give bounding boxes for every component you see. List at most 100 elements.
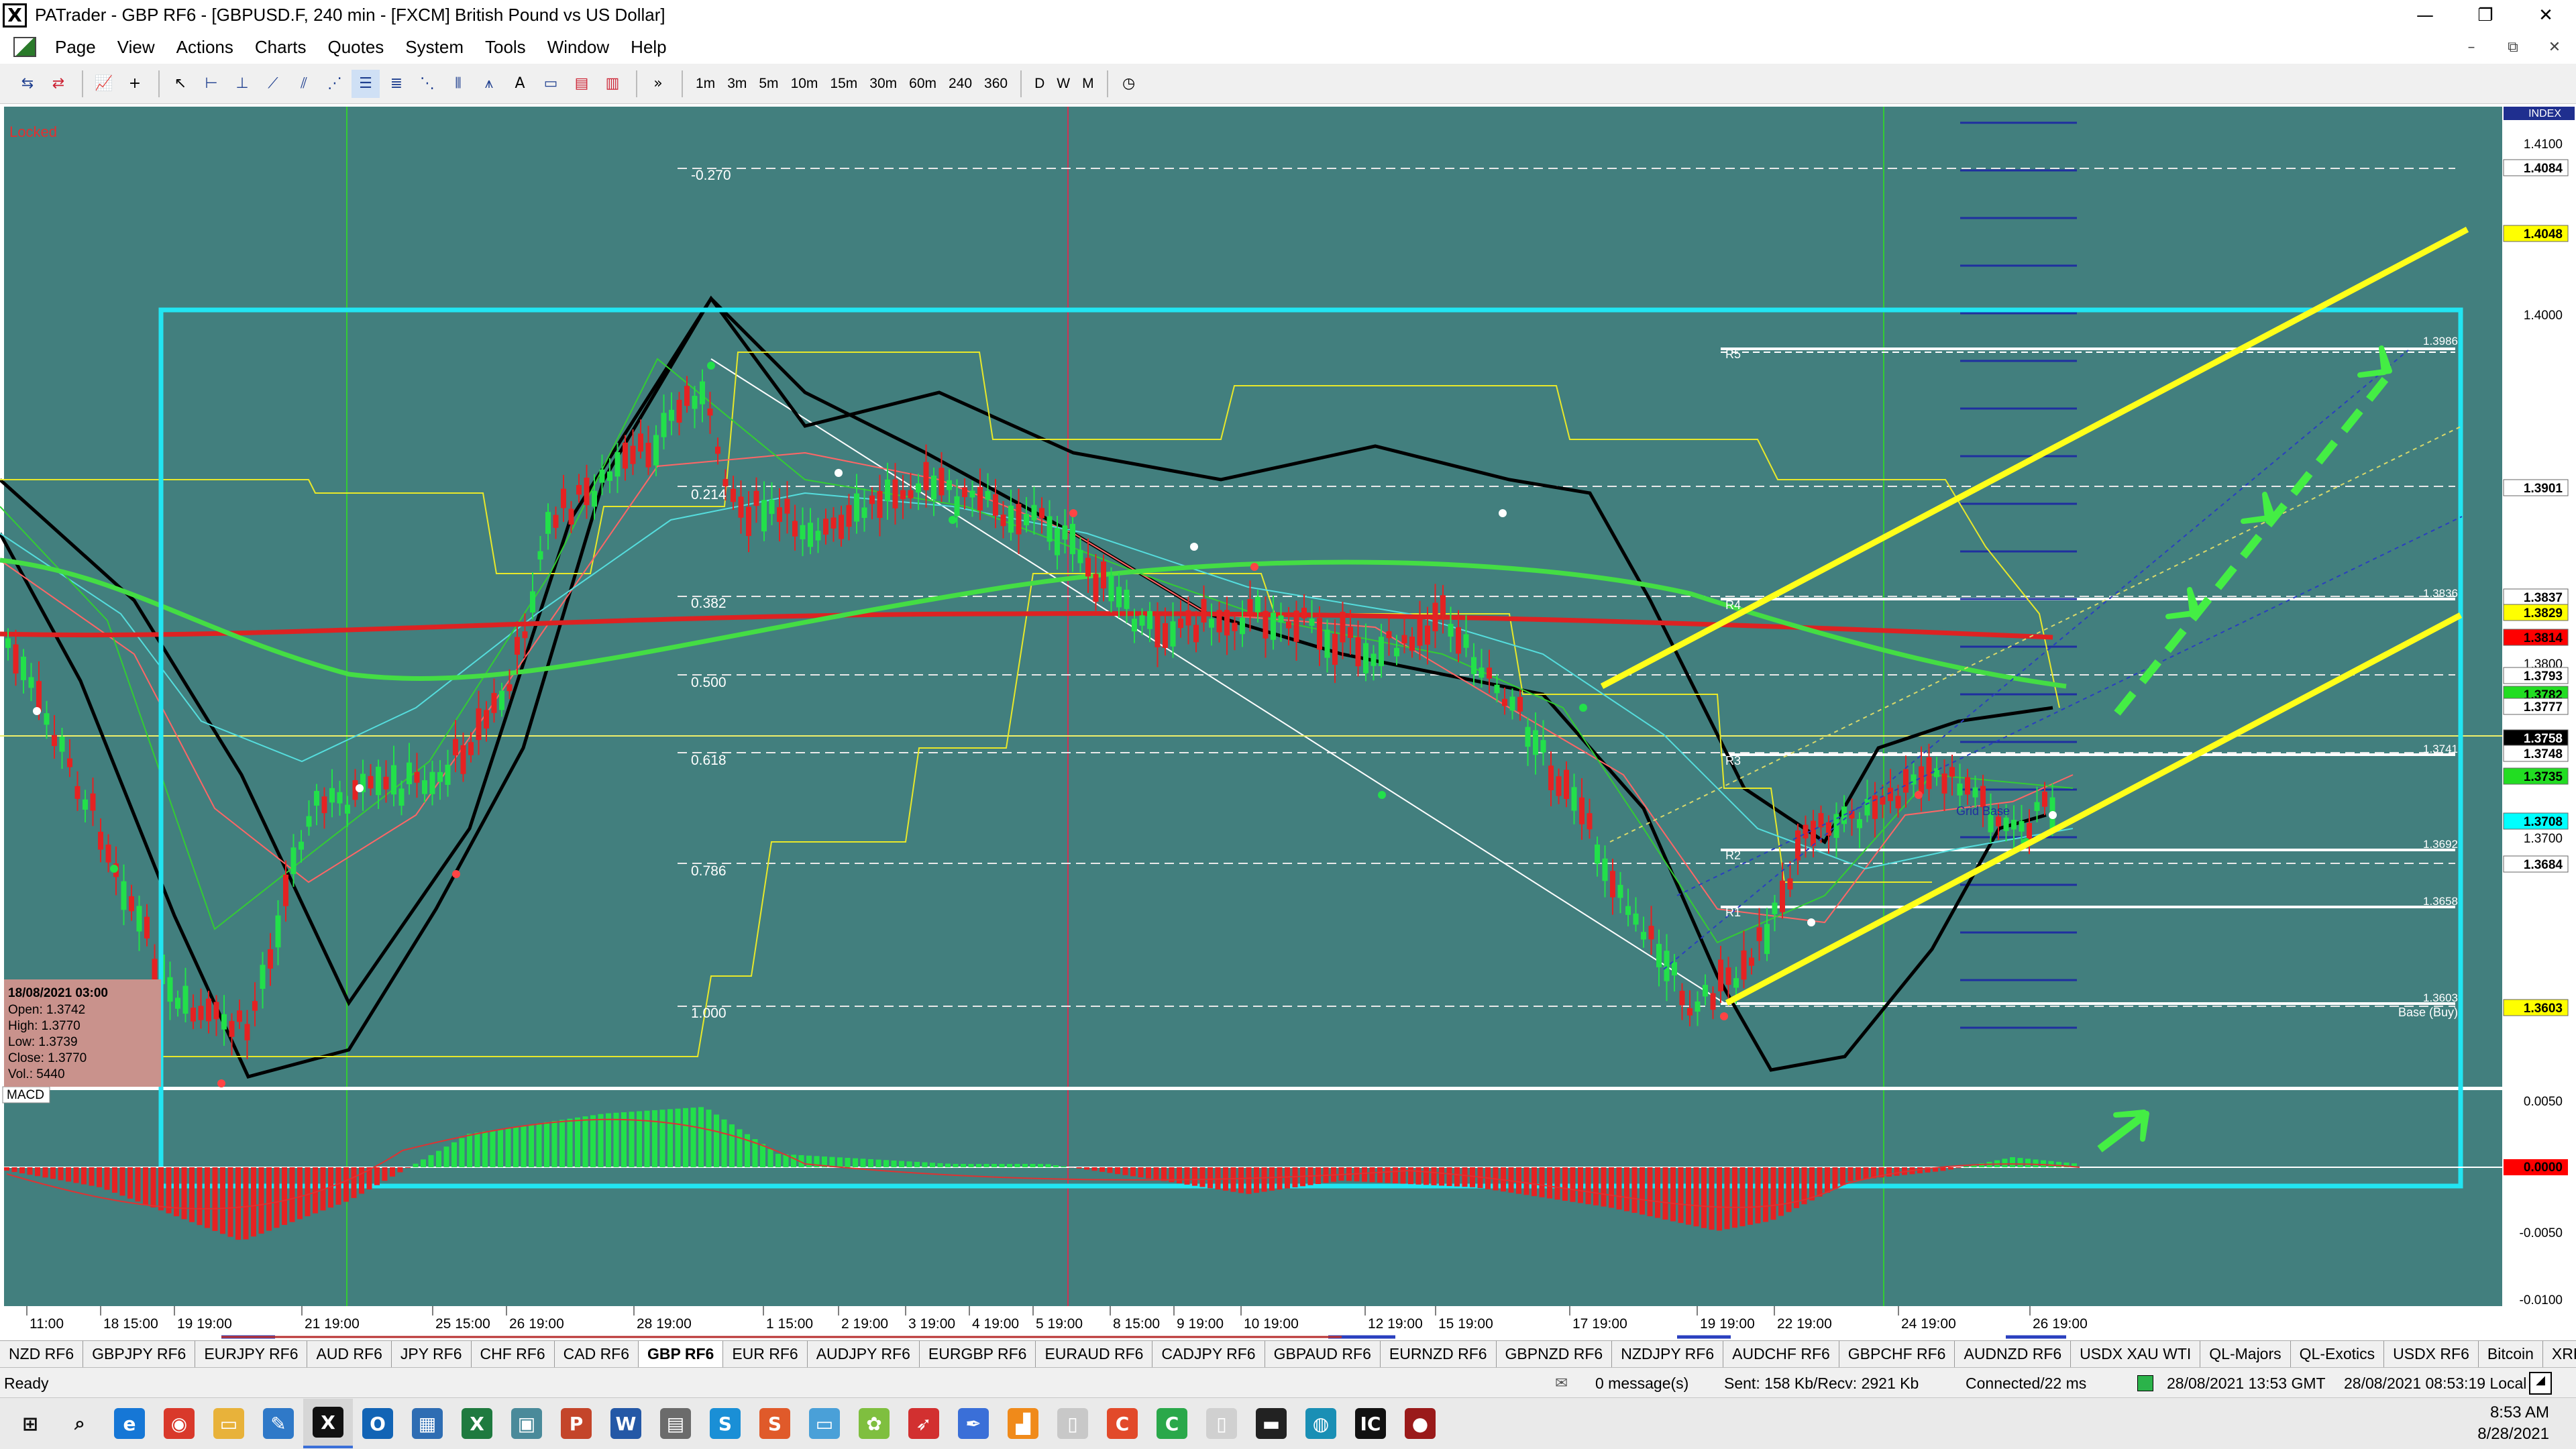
fib-retracement-icon[interactable]: ☰ bbox=[352, 69, 380, 98]
timeframe-240[interactable]: 240 bbox=[943, 76, 978, 92]
unlink-icon[interactable]: ⇄ bbox=[44, 70, 72, 98]
timeframe-1m[interactable]: 1m bbox=[690, 76, 721, 92]
timeframe-5m[interactable]: 5m bbox=[753, 76, 784, 92]
period-weekly[interactable]: W bbox=[1051, 76, 1076, 92]
camtasia-taskbar-button[interactable]: C bbox=[1147, 1399, 1197, 1448]
resize-grip-icon[interactable]: ◢ bbox=[2529, 1372, 2552, 1395]
patrader-taskbar-button[interactable]: X bbox=[303, 1399, 353, 1448]
system-clock[interactable]: 8:53 AM 8/28/2021 bbox=[2477, 1402, 2549, 1445]
tab-usdx-rf6[interactable]: USDX RF6 bbox=[2384, 1341, 2479, 1367]
calculator-taskbar-button[interactable]: ▦ bbox=[402, 1399, 452, 1448]
tab-nzdjpy-rf6[interactable]: NZDJPY RF6 bbox=[1612, 1341, 1724, 1367]
minimize-button[interactable]: — bbox=[2395, 0, 2455, 30]
chart-icon[interactable]: 📈 bbox=[90, 70, 118, 98]
child-restore-button[interactable]: ⧉ bbox=[2498, 36, 2528, 58]
timeframe-15m[interactable]: 15m bbox=[824, 76, 863, 92]
ic-markets-taskbar-button[interactable]: IC bbox=[1346, 1399, 1395, 1448]
bird-taskbar-button[interactable]: ➶ bbox=[899, 1399, 949, 1448]
horizontal-line-icon[interactable]: ⊢ bbox=[197, 70, 225, 98]
more-tools-button[interactable]: » bbox=[644, 70, 672, 98]
tab-gbpaud-rf6[interactable]: GBPAUD RF6 bbox=[1265, 1341, 1381, 1367]
menu-charts[interactable]: Charts bbox=[244, 37, 317, 58]
c-app-taskbar-button[interactable]: C bbox=[1097, 1399, 1147, 1448]
fib-extension-icon[interactable]: ≣ bbox=[382, 70, 411, 98]
tab-eurgbp-rf6[interactable]: EURGBP RF6 bbox=[920, 1341, 1036, 1367]
tab-cad-rf6[interactable]: CAD RF6 bbox=[555, 1341, 639, 1367]
word-taskbar-button[interactable]: W bbox=[601, 1399, 651, 1448]
drive-taskbar-button[interactable]: ▤ bbox=[651, 1399, 700, 1448]
timeframe-360[interactable]: 360 bbox=[978, 76, 1014, 92]
horizontal-ray-icon[interactable]: ⊥ bbox=[228, 70, 256, 98]
windows-start-taskbar-button[interactable]: ⊞ bbox=[5, 1399, 55, 1448]
text-tool-icon[interactable]: A bbox=[506, 70, 534, 98]
tab-cadjpy-rf6[interactable]: CADJPY RF6 bbox=[1152, 1341, 1265, 1367]
tab-euraud-rf6[interactable]: EURAUD RF6 bbox=[1036, 1341, 1153, 1367]
menu-actions[interactable]: Actions bbox=[166, 37, 244, 58]
document-taskbar-button[interactable]: ▯ bbox=[1048, 1399, 1097, 1448]
search-taskbar-button[interactable]: ⌕ bbox=[55, 1399, 105, 1448]
tab-eur-rf6[interactable]: EUR RF6 bbox=[723, 1341, 808, 1367]
close-button[interactable]: ✕ bbox=[2516, 0, 2576, 30]
menu-help[interactable]: Help bbox=[620, 37, 677, 58]
notes-taskbar-button[interactable]: ✎ bbox=[254, 1399, 303, 1448]
terminal-taskbar-button[interactable]: ▬ bbox=[1246, 1399, 1296, 1448]
child-close-button[interactable]: ✕ bbox=[2540, 36, 2569, 58]
photos-taskbar-button[interactable]: ▣ bbox=[502, 1399, 551, 1448]
slides-taskbar-button[interactable]: S bbox=[750, 1399, 800, 1448]
tab-eurnzd-rf6[interactable]: EURNZD RF6 bbox=[1381, 1341, 1497, 1367]
crosshair-icon[interactable]: + bbox=[121, 70, 149, 98]
chart-page-icon[interactable] bbox=[13, 37, 36, 57]
cycle-lines-icon[interactable]: ⦀ bbox=[444, 70, 472, 98]
cursor-icon[interactable]: ↖ bbox=[166, 70, 195, 98]
timeframe-3m[interactable]: 3m bbox=[721, 76, 753, 92]
tab-ql-majors[interactable]: QL-Majors bbox=[2200, 1341, 2291, 1367]
tab-audnzd-rf6[interactable]: AUDNZD RF6 bbox=[1955, 1341, 2072, 1367]
clock-icon[interactable]: ◷ bbox=[1115, 70, 1143, 98]
monitor-taskbar-button[interactable]: ▭ bbox=[800, 1399, 849, 1448]
sprout-taskbar-button[interactable]: ✿ bbox=[849, 1399, 899, 1448]
menu-quotes[interactable]: Quotes bbox=[317, 37, 394, 58]
mail-icon[interactable]: ✉ bbox=[1555, 1375, 1568, 1392]
menu-window[interactable]: Window bbox=[537, 37, 620, 58]
tab-jpy-rf6[interactable]: JPY RF6 bbox=[392, 1341, 472, 1367]
rectangle-icon[interactable]: ▭ bbox=[537, 70, 565, 98]
status-messages[interactable]: 0 message(s) bbox=[1595, 1375, 1688, 1393]
timeframe-60m[interactable]: 60m bbox=[903, 76, 943, 92]
menu-view[interactable]: View bbox=[107, 37, 166, 58]
macd-pane[interactable] bbox=[4, 1090, 2502, 1306]
bars-taskbar-button[interactable]: ▟ bbox=[998, 1399, 1048, 1448]
tab-usdx-xau-wti[interactable]: USDX XAU WTI bbox=[2071, 1341, 2201, 1367]
gann-fan-icon[interactable]: ⋱ bbox=[413, 70, 441, 98]
tab-ql-exotics[interactable]: QL-Exotics bbox=[2291, 1341, 2385, 1367]
delete-drawings-icon[interactable]: ▥ bbox=[598, 70, 627, 98]
fib-fan-icon[interactable]: ⋰ bbox=[321, 70, 349, 98]
chrome-taskbar-button[interactable]: ◉ bbox=[154, 1399, 204, 1448]
tab-gbpchf-rf6[interactable]: GBPCHF RF6 bbox=[1839, 1341, 1955, 1367]
period-monthly[interactable]: M bbox=[1076, 76, 1100, 92]
timeframe-10m[interactable]: 10m bbox=[785, 76, 824, 92]
price-label-icon[interactable]: ▤ bbox=[568, 70, 596, 98]
period-daily[interactable]: D bbox=[1028, 76, 1051, 92]
menu-page[interactable]: Page bbox=[44, 37, 107, 58]
tab-gbpjpy-rf6[interactable]: GBPJPY RF6 bbox=[83, 1341, 196, 1367]
tab-bitcoin[interactable]: Bitcoin bbox=[2479, 1341, 2543, 1367]
file-explorer-taskbar-button[interactable]: ▭ bbox=[204, 1399, 254, 1448]
tab-audjpy-rf6[interactable]: AUDJPY RF6 bbox=[808, 1341, 920, 1367]
tab-nzd-rf6[interactable]: NZD RF6 bbox=[0, 1341, 84, 1367]
edge-taskbar-button[interactable]: e bbox=[105, 1399, 154, 1448]
tab-xrpusdrf6[interactable]: XRPUSDRF6 bbox=[2543, 1341, 2576, 1367]
channel-icon[interactable]: ⫽ bbox=[290, 70, 318, 98]
file-taskbar-button[interactable]: ▯ bbox=[1197, 1399, 1246, 1448]
link-icon[interactable]: ⇆ bbox=[13, 70, 42, 98]
globe-taskbar-button[interactable]: ◍ bbox=[1296, 1399, 1346, 1448]
menu-tools[interactable]: Tools bbox=[474, 37, 537, 58]
trendline-icon[interactable]: ⟋ bbox=[259, 70, 287, 98]
tab-audchf-rf6[interactable]: AUDCHF RF6 bbox=[1723, 1341, 1839, 1367]
maximize-button[interactable]: ❐ bbox=[2455, 0, 2516, 30]
timeframe-30m[interactable]: 30m bbox=[863, 76, 903, 92]
child-minimize-button[interactable]: – bbox=[2457, 36, 2486, 58]
tab-gbp-rf6[interactable]: GBP RF6 bbox=[639, 1341, 724, 1367]
tab-eurjpy-rf6[interactable]: EURJPY RF6 bbox=[195, 1341, 308, 1367]
tab-aud-rf6[interactable]: AUD RF6 bbox=[307, 1341, 392, 1367]
outlook-taskbar-button[interactable]: O bbox=[353, 1399, 402, 1448]
